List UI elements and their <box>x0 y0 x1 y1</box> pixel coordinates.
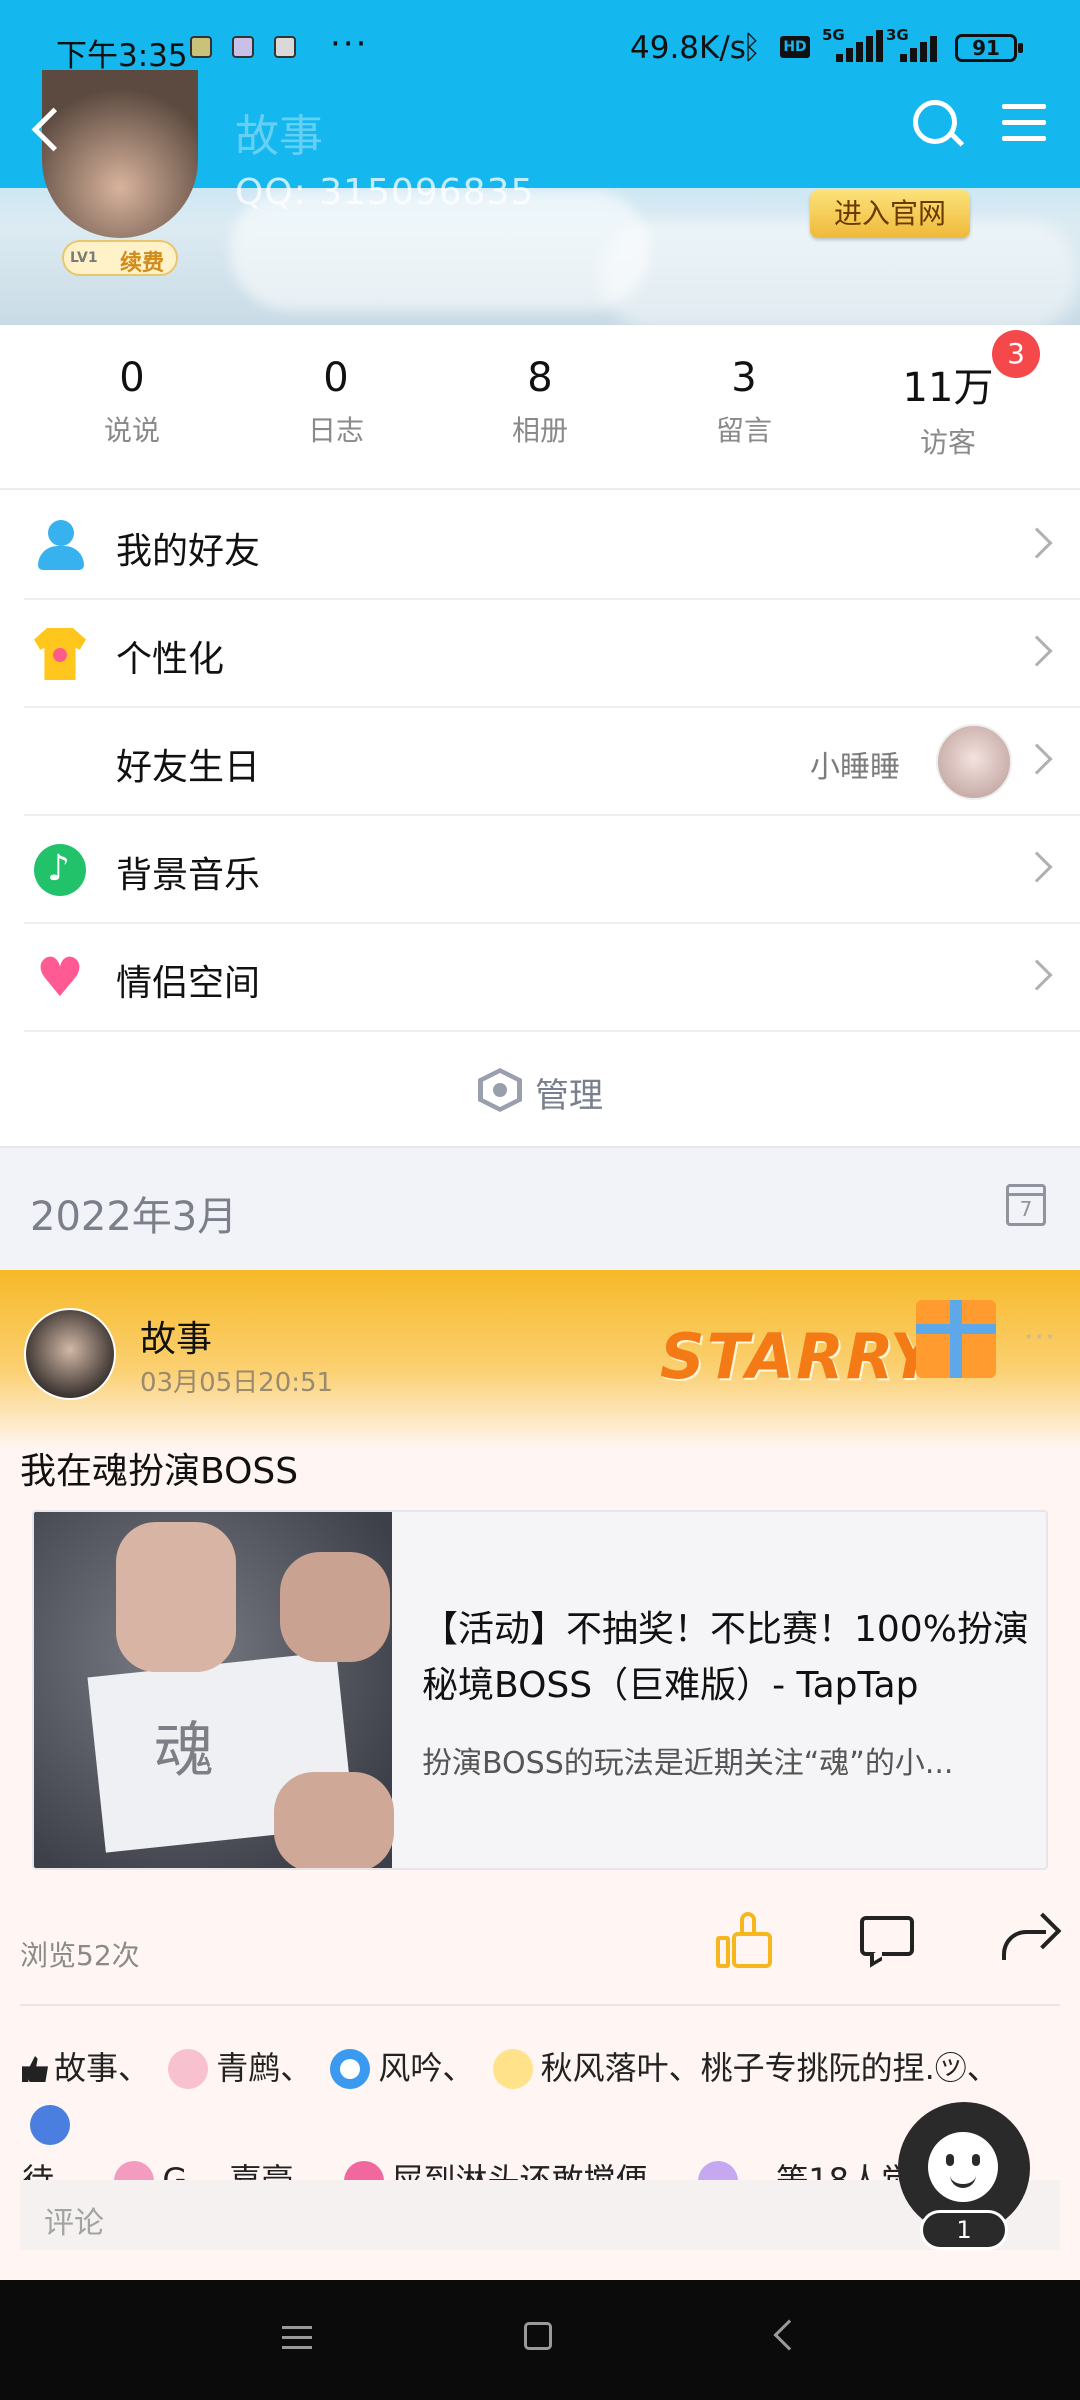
chevron-right-icon <box>1021 635 1053 667</box>
menu-item-label: 个性化 <box>116 639 225 680</box>
divider <box>20 2004 1060 2006</box>
stat-label: 留言 <box>715 414 772 447</box>
liker-avatar <box>168 2049 209 2089</box>
liker-name: 故事、 <box>54 2049 151 2087</box>
smiley-icon <box>928 2132 998 2202</box>
stat-value: 0 <box>323 355 349 401</box>
menu-item-friends[interactable]: 我的好友 <box>0 492 1080 600</box>
more-notifications-icon: ··· <box>330 24 369 64</box>
menu-item-label: 好友生日 <box>116 747 261 788</box>
floating-count-badge: 1 <box>920 2210 1008 2250</box>
liker-avatar <box>330 2049 371 2089</box>
chevron-right-icon <box>1021 743 1053 775</box>
stat-label: 访客 <box>919 426 976 459</box>
search-icon[interactable] <box>905 92 969 156</box>
stat-albums[interactable]: 8 相册 <box>438 355 642 449</box>
thumbnail-character: 魂 <box>154 1716 214 1786</box>
system-nav-bar <box>0 2280 1080 2400</box>
post-more-button[interactable]: ··· <box>1024 1320 1056 1355</box>
stat-label: 相册 <box>511 414 568 447</box>
calendar-icon[interactable]: 7 <box>1006 1184 1046 1226</box>
music-note-icon <box>34 844 86 896</box>
starry-decoration: STARRY <box>660 1320 937 1393</box>
vip-level-badge[interactable]: LV1 续费 <box>62 240 178 276</box>
post-text: 我在魂扮演BOSS <box>20 1451 299 1492</box>
share-icon[interactable] <box>1000 1912 1062 1966</box>
menu-item-label: 情侣空间 <box>116 963 261 1004</box>
heart-icon: ♥ <box>35 946 85 1009</box>
liker-avatar <box>492 2049 533 2089</box>
signal-icon <box>822 30 884 62</box>
menu-item-music[interactable]: 背景音乐 <box>0 816 1080 924</box>
liker-name: 秋风落叶、桃子专挑阮的捏.㋡、 <box>540 2049 999 2087</box>
chevron-right-icon <box>1021 959 1053 991</box>
liker-name: 青鹧、 <box>216 2049 313 2087</box>
shared-link-thumbnail: 魂 <box>34 1512 394 1868</box>
month-header: 2022年3月 7 <box>0 1146 1080 1270</box>
comment-icon[interactable] <box>860 1916 916 1968</box>
visitor-count-badge: 3 <box>992 330 1040 378</box>
menu-item-birthday[interactable]: 好友生日 小睡睡 <box>0 708 1080 816</box>
menu-item-label: 背景音乐 <box>116 855 261 896</box>
official-site-button[interactable]: 进入官网 <box>810 190 970 238</box>
thumbs-up-icon <box>22 2056 48 2082</box>
stat-value: 3 <box>731 355 757 401</box>
menu-item-personalize[interactable]: 个性化 <box>0 600 1080 708</box>
month-label: 2022年3月 <box>30 1194 238 1240</box>
tshirt-icon <box>34 628 86 680</box>
shared-link-title: 【活动】不抽奖！不比赛！100%扮演秘境BOSS（巨难版）- TapTap <box>422 1609 1029 1706</box>
stat-blogs[interactable]: 0 日志 <box>234 355 438 449</box>
comment-placeholder: 评论 <box>44 2206 104 2241</box>
menu-item-label: 我的好友 <box>116 531 261 572</box>
stat-value: 8 <box>527 355 553 401</box>
stat-label: 说说 <box>103 414 160 447</box>
notification-icon <box>232 36 254 58</box>
page-title: 故事 <box>235 111 323 162</box>
notification-icon <box>190 36 212 58</box>
qq-number: QQ: 315096835 <box>235 172 535 213</box>
post-author-name[interactable]: 故事 <box>140 1310 212 1362</box>
post-timestamp: 03月05日20:51 <box>140 1368 334 1398</box>
menu-item-couple-space[interactable]: ♥ 情侣空间 <box>0 924 1080 1032</box>
stat-messages[interactable]: 3 留言 <box>642 355 846 449</box>
chevron-right-icon <box>1021 527 1053 559</box>
birthday-friend-name: 小睡睡 <box>810 750 900 785</box>
home-button[interactable] <box>524 2322 552 2350</box>
hd-voice-icon: HD <box>780 36 810 58</box>
liker-avatar <box>30 2105 70 2145</box>
gift-box-icon <box>916 1300 996 1378</box>
network-speed: 49.8K/s <box>630 30 746 66</box>
manage-label: 管理 <box>535 1076 603 1116</box>
status-time: 下午3:35 <box>56 38 188 74</box>
post-author-avatar[interactable] <box>24 1308 116 1400</box>
battery-icon: 91 <box>955 34 1023 62</box>
renew-label: 续费 <box>120 251 165 276</box>
signal-icon <box>886 30 946 62</box>
recent-apps-button[interactable] <box>282 2322 312 2352</box>
stat-posts[interactable]: 0 说说 <box>30 355 234 449</box>
shared-link-description: 扮演BOSS的玩法是近期关注“魂”的小... <box>422 1746 954 1781</box>
view-count: 浏览52次 <box>20 1939 140 1972</box>
friends-icon <box>34 520 86 572</box>
birthday-friend-avatar <box>936 724 1012 800</box>
manage-button[interactable]: 管理 <box>0 1036 1080 1146</box>
system-back-button[interactable] <box>773 2319 805 2351</box>
profile-stats: 0 说说 0 日志 8 相册 3 留言 11万 访客 <box>0 325 1080 490</box>
birthday-cake-icon <box>34 736 86 788</box>
like-icon[interactable] <box>714 1910 776 1972</box>
notification-icon <box>274 36 296 58</box>
menu-icon[interactable] <box>998 100 1048 146</box>
liker-name: 风吟、 <box>378 2049 475 2087</box>
back-button[interactable] <box>18 92 78 162</box>
calendar-day: 7 <box>1019 1197 1033 1221</box>
level-label: LV1 <box>70 250 98 266</box>
bluetooth-icon: ᛒ <box>742 28 762 66</box>
chevron-right-icon <box>1021 851 1053 883</box>
profile-banner: 下午3:35 ··· 49.8K/s ᛒ HD 5G 3G 91 故事 QQ: … <box>0 0 1080 325</box>
stat-value: 0 <box>119 355 145 401</box>
settings-hexagon-icon <box>478 1068 522 1112</box>
stat-label: 日志 <box>307 414 364 447</box>
shared-link-card[interactable]: 魂 【活动】不抽奖！不比赛！100%扮演秘境BOSS（巨难版）- TapTap … <box>32 1510 1048 1870</box>
